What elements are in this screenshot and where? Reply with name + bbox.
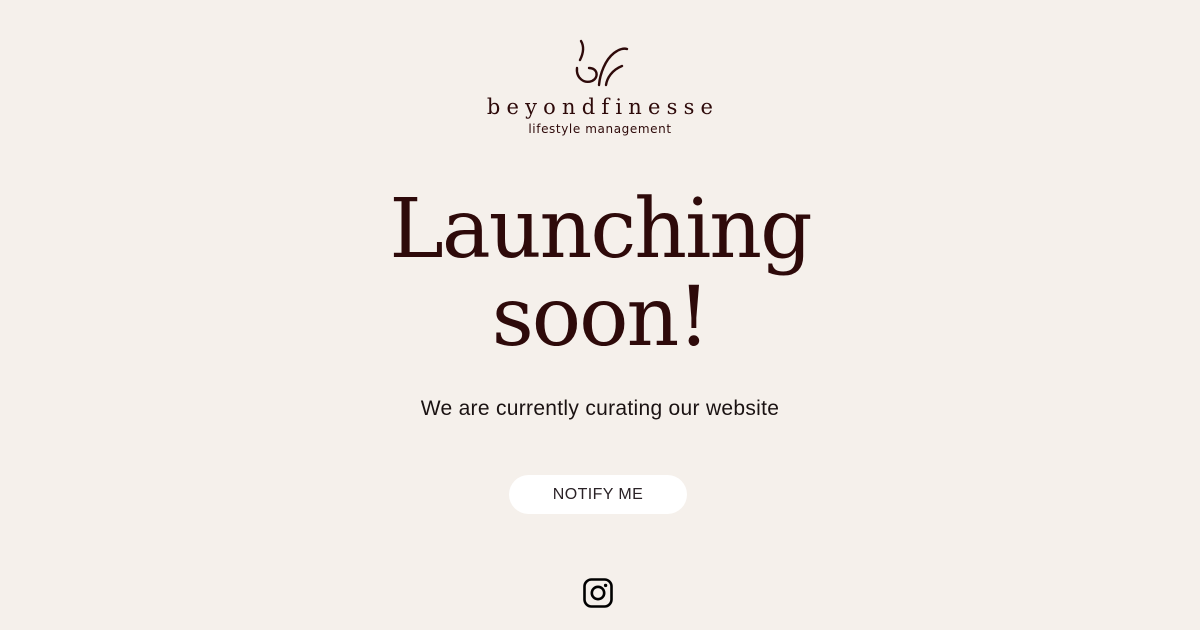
bf-monogram-logo — [575, 39, 629, 87]
headline-line-2: soon! — [491, 270, 711, 365]
brand-tagline: lifestyle management — [528, 122, 672, 136]
instagram-icon — [583, 578, 613, 608]
coming-soon-page: beyondfinesse lifestyle management Launc… — [0, 0, 1200, 630]
instagram-link[interactable] — [583, 578, 613, 608]
page-headline: Launching soon! — [0, 186, 1200, 362]
brand-name: beyondfinesse — [486, 95, 720, 119]
notify-me-button[interactable]: NOTIFY ME — [509, 475, 687, 514]
headline-line-1: Launching — [389, 182, 812, 277]
subtitle-text: We are currently curating our website — [420, 397, 780, 420]
